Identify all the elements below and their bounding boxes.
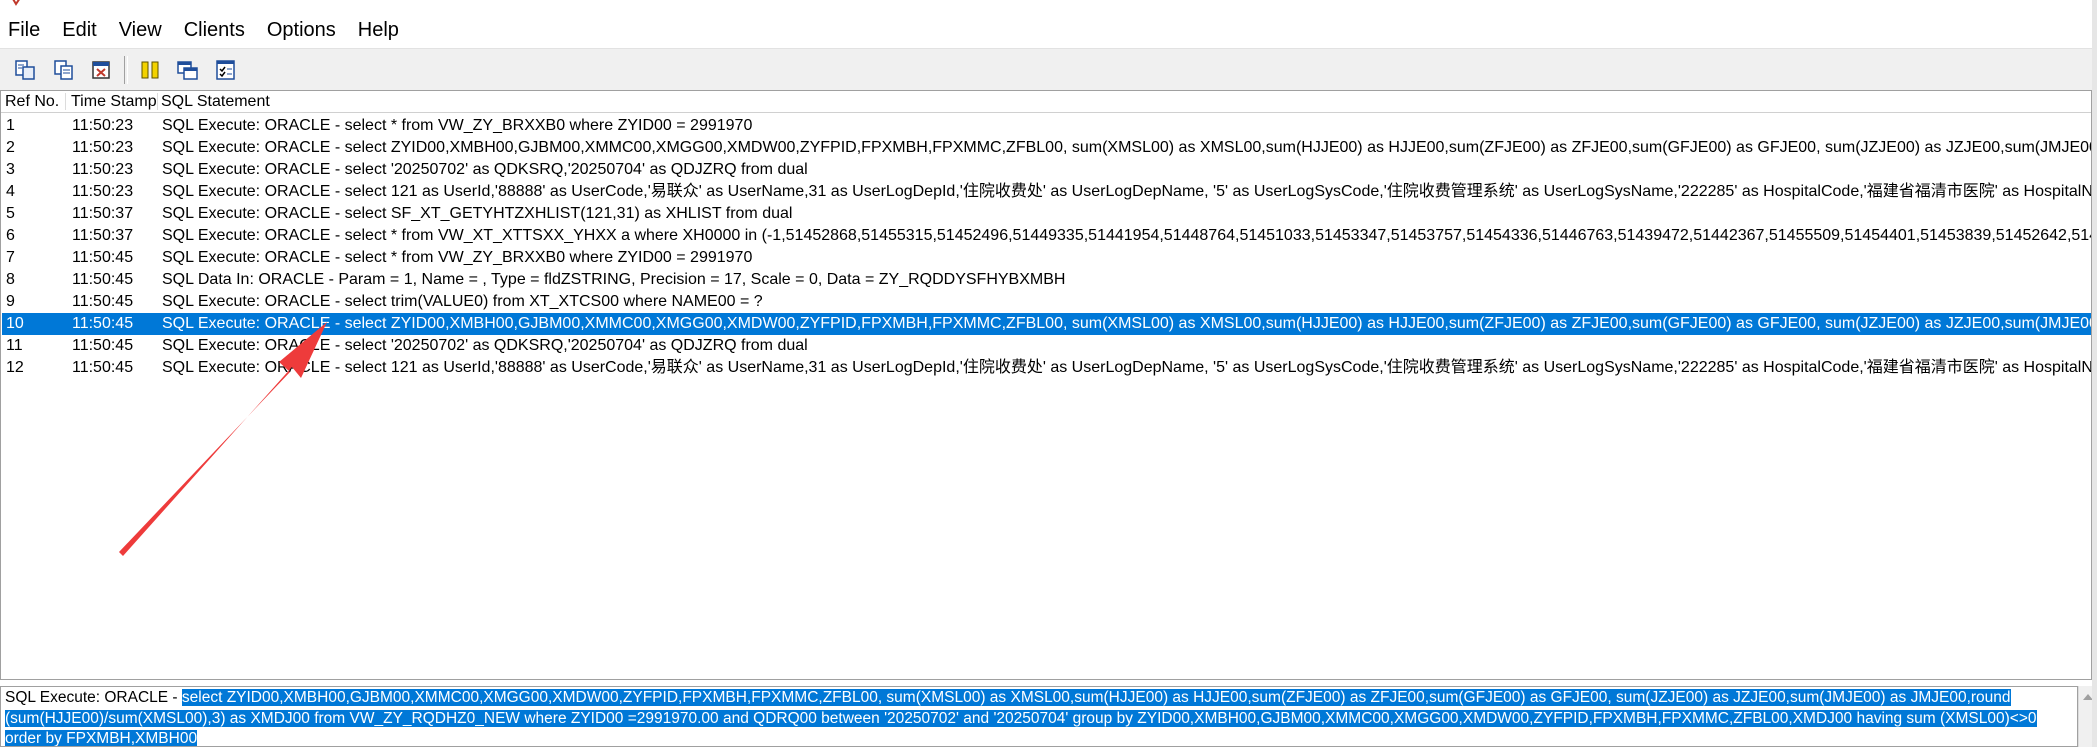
sql-detail-pane[interactable]: SQL Execute: ORACLE - select ZYID00,XMBH… bbox=[0, 686, 2078, 747]
sql-log-list[interactable]: Ref No. Time Stamp SQL Statement 1 11:50:… bbox=[0, 90, 2092, 680]
table-row-selected[interactable]: 10 11:50:45 SQL Execute: ORACLE - select Z… bbox=[2, 313, 2092, 335]
menu-options[interactable]: Options bbox=[257, 12, 348, 48]
time-stamp-cell: 11:50:45 bbox=[72, 315, 134, 332]
ref-no-cell: 11 bbox=[6, 337, 23, 354]
sql-statement-cell: SQL Execute: ORACLE - select * from VW_Z… bbox=[162, 249, 753, 266]
table-row[interactable]: 11 11:50:45 SQL Execute: ORACLE - select '… bbox=[2, 335, 2091, 357]
pause-icon bbox=[141, 61, 159, 79]
table-row[interactable]: 2 11:50:23 SQL Execute: ORACLE - select ZY… bbox=[2, 137, 2092, 159]
time-stamp-cell: 11:50:45 bbox=[72, 249, 134, 266]
table-row[interactable]: 9 11:50:45 SQL Execute: ORACLE - select tr… bbox=[2, 291, 2091, 313]
menu-view[interactable]: View bbox=[109, 12, 174, 48]
table-row[interactable]: 12 11:50:45 SQL Execute: ORACLE - select 1… bbox=[2, 357, 2092, 379]
ref-no-cell: 9 bbox=[6, 293, 15, 310]
app-icon bbox=[12, 0, 20, 6]
table-row[interactable]: 6 11:50:37 SQL Execute: ORACLE - select * … bbox=[2, 225, 2092, 247]
sql-statement-cell: SQL Execute: ORACLE - select 121 as User… bbox=[162, 183, 2092, 200]
column-separator[interactable] bbox=[157, 93, 158, 110]
time-stamp-cell: 11:50:23 bbox=[72, 161, 134, 178]
ref-no-cell: 12 bbox=[6, 359, 24, 376]
table-row[interactable]: 7 11:50:45 SQL Execute: ORACLE - select * … bbox=[2, 247, 2091, 269]
ref-no-cell: 5 bbox=[6, 205, 15, 222]
ref-no-cell: 4 bbox=[6, 183, 15, 200]
sql-statement-cell: SQL Execute: ORACLE - select trim(VALUE0… bbox=[162, 293, 763, 310]
time-stamp-cell: 11:50:23 bbox=[72, 183, 134, 200]
toolbar-separator bbox=[124, 56, 128, 84]
table-row[interactable]: 5 11:50:37 SQL Execute: ORACLE - select SF… bbox=[2, 203, 2091, 225]
column-header-time-stamp[interactable]: Time Stamp bbox=[71, 91, 157, 112]
ref-no-cell: 8 bbox=[6, 271, 15, 288]
column-separator[interactable] bbox=[65, 93, 66, 110]
menu-edit[interactable]: Edit bbox=[52, 12, 108, 48]
table-row[interactable]: 8 11:50:45 SQL Data In: ORACLE - Param = 1… bbox=[2, 269, 2091, 291]
export-log-icon bbox=[15, 60, 35, 80]
sql-statement-cell: SQL Execute: ORACLE - select * from VW_X… bbox=[162, 227, 2092, 244]
detail-selected-sql[interactable]: select ZYID00,XMBH00,GJBM00,XMMC00,XMGG0… bbox=[5, 689, 2037, 746]
clear-log-icon bbox=[92, 61, 110, 79]
sql-statement-cell: SQL Execute: ORACLE - select ZYID00,XMBH… bbox=[162, 139, 2092, 156]
menu-clients[interactable]: Clients bbox=[174, 12, 257, 48]
window-list-button[interactable] bbox=[174, 57, 202, 83]
sql-statement-cell: SQL Execute: ORACLE - select * from VW_Z… bbox=[162, 117, 753, 134]
time-stamp-cell: 11:50:45 bbox=[72, 271, 134, 288]
ref-no-cell: 1 bbox=[6, 117, 15, 134]
sql-statement-cell: SQL Execute: ORACLE - select '20250702' … bbox=[162, 161, 808, 178]
detail-prefix: SQL Execute: ORACLE - bbox=[5, 689, 182, 706]
options-checklist-icon bbox=[216, 60, 235, 80]
pause-button[interactable] bbox=[136, 57, 164, 83]
ref-no-cell: 2 bbox=[6, 139, 15, 156]
title-bar-remnant bbox=[0, 0, 2097, 12]
time-stamp-cell: 11:50:45 bbox=[72, 293, 134, 310]
sql-statement-cell: SQL Execute: ORACLE - select SF_XT_GETYH… bbox=[162, 205, 793, 222]
time-stamp-cell: 11:50:45 bbox=[72, 359, 134, 376]
ref-no-cell: 6 bbox=[6, 227, 15, 244]
window-edge bbox=[2092, 0, 2097, 747]
table-row[interactable]: 3 11:50:23 SQL Execute: ORACLE - select '2… bbox=[2, 159, 2091, 181]
column-header-sql-statement[interactable]: SQL Statement bbox=[161, 91, 270, 112]
toolbar bbox=[0, 48, 2097, 91]
time-stamp-cell: 11:50:45 bbox=[72, 337, 134, 354]
export-log-button[interactable] bbox=[12, 57, 40, 83]
menu-file[interactable]: File bbox=[0, 12, 52, 48]
copy-button[interactable] bbox=[50, 57, 78, 83]
sql-statement-cell: SQL Execute: ORACLE - select '20250702' … bbox=[162, 337, 808, 354]
sql-statement-cell: SQL Data In: ORACLE - Param = 1, Name = … bbox=[162, 271, 1066, 288]
time-stamp-cell: 11:50:23 bbox=[72, 139, 134, 156]
menu-help[interactable]: Help bbox=[348, 12, 411, 48]
options-button[interactable] bbox=[212, 57, 240, 83]
list-header: Ref No. Time Stamp SQL Statement bbox=[1, 91, 2091, 113]
window-list-icon bbox=[177, 61, 198, 80]
ref-no-cell: 7 bbox=[6, 249, 15, 266]
time-stamp-cell: 11:50:23 bbox=[72, 117, 134, 134]
table-row[interactable]: 4 11:50:23 SQL Execute: ORACLE - select 12… bbox=[2, 181, 2092, 203]
clear-log-button[interactable] bbox=[88, 57, 116, 83]
ref-no-cell: 10 bbox=[6, 315, 24, 332]
copy-icon bbox=[54, 60, 73, 80]
time-stamp-cell: 11:50:37 bbox=[72, 205, 134, 222]
time-stamp-cell: 11:50:37 bbox=[72, 227, 134, 244]
sql-statement-cell: SQL Execute: ORACLE - select ZYID00,XMBH… bbox=[162, 315, 2092, 332]
ref-no-cell: 3 bbox=[6, 161, 15, 178]
table-row[interactable]: 1 11:50:23 SQL Execute: ORACLE - select * … bbox=[2, 115, 2091, 137]
sql-statement-cell: SQL Execute: ORACLE - select 121 as User… bbox=[162, 359, 2092, 376]
menu-bar: File Edit View Clients Options Help bbox=[0, 12, 2097, 48]
column-header-ref-no[interactable]: Ref No. bbox=[5, 91, 59, 112]
